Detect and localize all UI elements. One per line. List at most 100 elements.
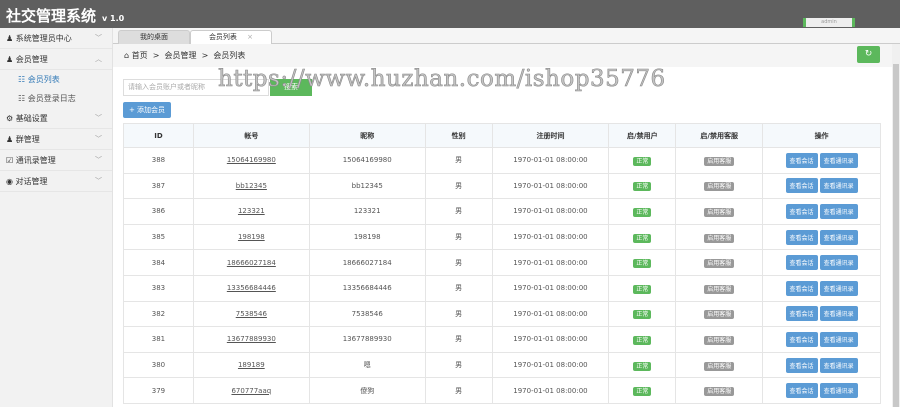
enable-kf-button[interactable]: 启用客服 [704,387,735,397]
sidebar-item[interactable]: ♟ 会员管理 ︿ [0,49,112,70]
view-contacts-button[interactable]: 查看通讯录 [819,306,858,322]
sidebar-item[interactable]: ◉ 对话管理 ﹀ [0,171,112,192]
account-link[interactable]: 18666027184 [227,259,276,267]
cell-kf-status: 启用客服 [675,274,764,302]
cell-nickname: 7538546 [308,300,426,328]
user-status-toggle[interactable]: 正常 [633,259,652,269]
view-contacts-button[interactable]: 查看通讯录 [819,357,858,373]
sidebar-item[interactable]: ☑ 通讯录管理 ﹀ [0,150,112,171]
view-contacts-button[interactable]: 查看通讯录 [819,331,858,347]
cell-kf-status: 启用客服 [675,300,764,328]
account-link[interactable]: 123321 [238,207,265,215]
gear-icon: ⚙ [6,114,14,123]
sidebar-item[interactable]: ⚙ 基础设置 ﹀ [0,108,112,129]
column-header: 启/禁用客服 [675,123,764,148]
view-chat-button[interactable]: 查看会话 [785,306,818,322]
enable-kf-button[interactable]: 启用客服 [704,207,735,217]
user-status-toggle[interactable]: 正常 [633,207,652,217]
enable-kf-button[interactable]: 启用客服 [704,156,735,166]
refresh-button[interactable]: ↻ [857,46,880,63]
search-button[interactable]: 搜索 [270,79,312,96]
app-title: 社交管理系统 [6,7,97,25]
account-link[interactable]: 13677889930 [227,335,276,343]
search-input[interactable]: 请输入会员账户或者昵称 [123,79,269,96]
tab-member-list[interactable]: 会员列表 × [190,30,272,45]
enable-kf-button[interactable]: 启用客服 [704,361,735,371]
cell-kf-status: 启用客服 [675,249,764,276]
table-row: 388 15064169980 15064169980 男 1970-01-01… [123,147,881,174]
scrollbar[interactable] [892,44,900,407]
scrollbar-thumb[interactable] [893,64,899,407]
table-row: 385 198198 198198 男 1970-01-01 08:00:00 … [123,223,881,251]
breadcrumb-member[interactable]: 会员管理 [165,51,197,60]
chevron-icon: ﹀ [95,114,102,122]
view-chat-button[interactable]: 查看会话 [785,152,818,168]
sidebar-item[interactable]: ♟ 系统管理员中心 ﹀ [0,28,112,49]
chevron-icon: ﹀ [95,156,102,164]
view-chat-button[interactable]: 查看会话 [785,383,818,399]
view-chat-button[interactable]: 查看会话 [785,357,818,373]
cell-gender: 男 [424,377,493,404]
view-chat-button[interactable]: 查看会话 [785,255,818,271]
account-link[interactable]: 13356684446 [227,284,276,292]
user-status-toggle[interactable]: 正常 [633,156,652,166]
user-status-toggle[interactable]: 正常 [633,182,652,192]
user-status-toggle[interactable]: 正常 [633,361,652,371]
sidebar-subitem[interactable]: ☷ 会员登录日志 [0,89,112,108]
view-contacts-button[interactable]: 查看通讯录 [819,229,858,245]
account-link[interactable]: 189189 [238,361,265,369]
app-logo: 社交管理系统 v 1.0 [6,5,124,26]
cell-id: 385 [123,223,194,251]
sidebar-subitem-label: 会员登录日志 [27,94,76,103]
view-contacts-button[interactable]: 查看通讯录 [819,152,858,168]
enable-kf-button[interactable]: 启用客服 [704,284,735,294]
view-contacts-button[interactable]: 查看通讯录 [819,203,858,219]
view-contacts-button[interactable]: 查看通讯录 [819,255,858,271]
close-icon[interactable]: × [247,33,253,41]
cell-register-time: 1970-01-01 08:00:00 [491,147,610,174]
view-chat-button[interactable]: 查看会话 [785,331,818,347]
view-chat-button[interactable]: 查看会话 [785,229,818,245]
account-link[interactable]: 198198 [238,233,265,241]
view-contacts-button[interactable]: 查看通讯录 [819,178,858,194]
table-row: 381 13677889930 13677889930 男 1970-01-01… [123,326,881,353]
cell-actions: 查看会话 查看通讯录 [762,223,881,251]
cell-register-time: 1970-01-01 08:00:00 [491,198,610,225]
sidebar-item-label: 基础设置 [15,114,48,123]
user-status-toggle[interactable]: 正常 [633,284,652,294]
user-status-toggle[interactable]: 正常 [633,310,652,320]
view-chat-button[interactable]: 查看会话 [785,203,818,219]
view-chat-button[interactable]: 查看会话 [785,280,818,296]
account-link[interactable]: 670777aaq [231,387,271,395]
sidebar-item[interactable]: ♟ 群管理 ﹀ [0,129,112,150]
enable-kf-button[interactable]: 启用客服 [704,259,735,269]
user-menu-button[interactable]: admin [803,18,855,27]
cell-actions: 查看会话 查看通讯录 [762,172,881,200]
cell-actions: 查看会话 查看通讯录 [762,198,881,225]
table-row: 379 670777aaq 傻狗 男 1970-01-01 08:00:00 正… [123,377,881,404]
user-status-toggle[interactable]: 正常 [633,335,652,345]
user-status-toggle[interactable]: 正常 [633,233,652,243]
breadcrumb: ⌂ 首页 > 会员管理 > 会员列表 [113,44,892,67]
view-contacts-button[interactable]: 查看通讯录 [819,383,858,399]
add-member-button[interactable]: + 添加会员 [123,102,171,118]
cell-user-status: 正常 [608,351,677,379]
enable-kf-button[interactable]: 启用客服 [704,233,735,243]
user-status-toggle[interactable]: 正常 [633,387,652,397]
breadcrumb-home[interactable]: 首页 [132,51,148,60]
enable-kf-button[interactable]: 启用客服 [704,182,735,192]
column-header: 操作 [762,123,881,148]
enable-kf-button[interactable]: 启用客服 [704,310,735,320]
tab-bar: 我的桌面 会员列表 × [113,28,900,45]
view-contacts-button[interactable]: 查看通讯录 [819,280,858,296]
tab-desktop[interactable]: 我的桌面 [118,30,190,44]
table-row: 387 bb12345 bb12345 男 1970-01-01 08:00:0… [123,172,881,200]
cell-actions: 查看会话 查看通讯录 [762,249,881,276]
view-chat-button[interactable]: 查看会话 [785,178,818,194]
enable-kf-button[interactable]: 启用客服 [704,335,735,345]
sidebar-subitem[interactable]: ☷ 会员列表 [0,70,112,89]
account-link[interactable]: bb12345 [236,182,267,190]
cell-kf-status: 启用客服 [675,172,764,200]
account-link[interactable]: 7538546 [236,310,267,318]
account-link[interactable]: 15064169980 [227,156,276,164]
